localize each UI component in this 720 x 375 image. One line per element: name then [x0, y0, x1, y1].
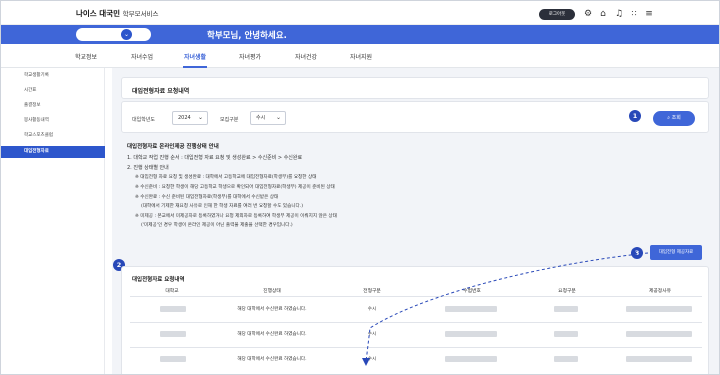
guide-line: 1. 대학교 작업 진행 순서 : 대입전형 자료 요청 및 생성완료 > 수신…: [127, 155, 303, 161]
type-cell: 수시: [367, 357, 377, 362]
chevron-down-icon: ⌄: [197, 114, 203, 121]
redacted-cell: [626, 306, 692, 312]
brand-name: 나이스 대국민: [76, 9, 121, 18]
sidebar-item-attendance[interactable]: 출결정보: [1, 100, 105, 112]
guide-line: ※ 대입전형 자료 요청 및 생성완료 : 대학에서 고등학교에 대입전형자료(…: [135, 175, 317, 180]
redacted-cell: [554, 331, 578, 337]
sidebar: 학교생활기록 시간표 출결정보 봉사활동내역 학교스포츠클럽 대입전형자료: [1, 68, 105, 374]
grid-icon[interactable]: ∷: [628, 8, 640, 20]
type-label: 모집구분: [220, 117, 239, 123]
column-header: 수험번호: [463, 289, 481, 294]
column-header: 진행상태: [263, 289, 281, 294]
main-content: 대입전형자료 요청내역 대입학년도 2024 ⌄ 모집구분 수시 ⌄ ⌕ 조회 …: [112, 68, 719, 374]
redacted-cell: [445, 331, 497, 337]
search-button[interactable]: ⌕ 조회: [653, 111, 695, 126]
search-label: 조회: [671, 115, 681, 121]
status-cell: 해당 대학에서 수신완료 하였습니다.: [237, 357, 307, 362]
guide-line: ※ 미제공 : 본교에서 미제공자로 등록하였거나 요청 제외자로 등록하여 학…: [135, 214, 337, 219]
year-label: 대입학년도: [132, 117, 156, 123]
logout-button[interactable]: 로그아웃: [539, 9, 575, 20]
guide-line: ※ 수신준비 : 요청한 학생이 해당 고등학교 학생으로 확인되어 대입전형자…: [135, 185, 335, 190]
nav-item-life[interactable]: 자녀생활: [184, 52, 206, 61]
top-bar: 나이스 대국민 학부모서비스 로그아웃 ⚙ ⌂ ♫ ∷ ≡: [1, 1, 719, 25]
list-title: 대입전형자료 요청내역: [132, 277, 185, 283]
sidebar-item-sports-club[interactable]: 학교스포츠클럽: [1, 130, 105, 142]
brand-logo[interactable]: 나이스 대국민 학부모서비스: [76, 8, 159, 19]
nav-item-support[interactable]: 자녀지원: [350, 52, 372, 61]
home-icon[interactable]: ⌂: [597, 8, 609, 20]
nav-item-class[interactable]: 자녀수업: [131, 52, 153, 61]
gear-icon[interactable]: ⚙: [582, 8, 594, 20]
type-select[interactable]: 수시 ⌄: [250, 111, 286, 125]
type-value: 수시: [256, 115, 266, 121]
page-title-card: 대입전형자료 요청내역: [121, 77, 709, 99]
search-icon: ⌕: [667, 115, 670, 121]
type-cell: 수시: [367, 332, 377, 337]
bell-icon[interactable]: ♫: [613, 8, 625, 20]
greeting-text: 학부모님, 안녕하세요.: [207, 31, 287, 41]
sidebar-item-records[interactable]: 학교생활기록: [1, 70, 105, 82]
brand-subtitle: 학부모서비스: [122, 10, 159, 18]
redacted-cell: [445, 356, 497, 362]
step-badge-3: 3: [631, 247, 643, 259]
nav-item-evaluation[interactable]: 자녀평가: [239, 52, 261, 61]
nav-item-health[interactable]: 자녀건강: [295, 52, 317, 61]
page-title: 대입전형자료 요청내역: [132, 88, 190, 95]
step-badge-1: 1: [629, 110, 641, 122]
column-header: 대학교: [165, 289, 179, 294]
nav-item-school-info[interactable]: 학교정보: [75, 52, 97, 61]
guide-line: (대학에서 기제한 재요청 사유로 인해 한 학생 자료를 여러 번 요청할 수…: [141, 204, 304, 209]
column-header: 전형구분: [363, 289, 381, 294]
status-cell: 해당 대학에서 수신완료 하였습니다.: [237, 332, 307, 337]
chevron-down-icon: ⌄: [275, 114, 281, 121]
status-cell: 해당 대학에서 수신완료 하였습니다.: [237, 307, 307, 312]
greeting-bar: ⌄ 학부모님, 안녕하세요.: [1, 25, 719, 44]
redacted-cell: [160, 356, 186, 362]
filter-panel: 대입학년도 2024 ⌄ 모집구분 수시 ⌄ ⌕ 조회: [121, 101, 709, 133]
sidebar-item-volunteer[interactable]: 봉사활동내역: [1, 115, 105, 127]
redacted-cell: [626, 331, 692, 337]
type-cell: 수시: [367, 307, 377, 312]
redacted-cell: [554, 306, 578, 312]
guide-heading: 대입전형자료 온라인제공 진행상태 안내: [127, 144, 219, 150]
sidebar-item-admission[interactable]: 대입전형자료: [1, 146, 105, 158]
child-selector[interactable]: ⌄: [76, 28, 151, 41]
redacted-cell: [626, 356, 692, 362]
column-header: 제공정사유: [648, 289, 672, 294]
sidebar-item-timetable[interactable]: 시간표: [1, 85, 105, 97]
row-divider: [130, 347, 702, 348]
admission-data-button[interactable]: 대입전형 제공자료: [650, 245, 702, 260]
column-header: 요청구분: [558, 289, 576, 294]
year-select[interactable]: 2024 ⌄: [172, 111, 208, 125]
request-list: 대입전형자료 요청내역 대학교 진행상태 전형구분 수험번호 요청구분 제공정사…: [121, 266, 709, 374]
redacted-cell: [160, 306, 186, 312]
year-value: 2024: [178, 115, 191, 121]
chevron-down-icon[interactable]: ⌄: [121, 29, 132, 40]
redacted-cell: [160, 331, 186, 337]
row-divider: [130, 322, 702, 323]
header-divider: [130, 296, 702, 297]
guide-line: ('미제공'인 경우 학생이 온라인 제공이 아닌 출력물 제출을 선택한 경우…: [141, 223, 293, 228]
main-nav: 학교정보 자녀수업 자녀생활 자녀평가 자녀건강 자녀지원: [1, 44, 719, 68]
menu-icon[interactable]: ≡: [643, 8, 655, 20]
guide-line: 2. 진행 상태별 안내: [127, 165, 169, 171]
redacted-cell: [445, 306, 497, 312]
guide-line: ※ 수신완료 : 수신 준비된 대입전형자료(학생부)를 대학에서 수신받은 상…: [135, 195, 279, 200]
redacted-cell: [554, 356, 578, 362]
